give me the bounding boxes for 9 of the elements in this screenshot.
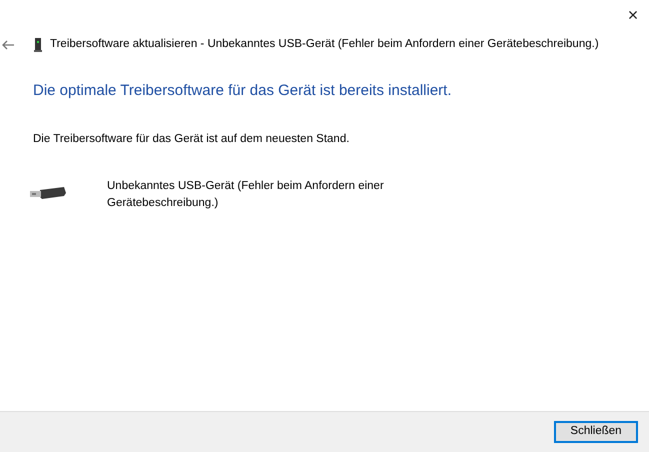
back-arrow-icon[interactable]	[2, 40, 14, 50]
heading: Die optimale Treibersoftware für das Gerät ist bereits installiert.	[33, 81, 452, 101]
usb-plug-icon	[30, 186, 66, 201]
close-button[interactable]: ×	[618, 0, 648, 30]
device-name: Unbekanntes USB-Gerät (Fehler beim Anfordern einer Gerätebeschreibung.)	[107, 178, 385, 211]
window-title: Treibersoftware aktualisieren - Unbekanntes USB-Gerät (Fehler beim Anfordern einer Gerätebeschreibung.)	[50, 37, 599, 52]
device-icon	[34, 38, 42, 52]
close-dialog-button[interactable]: Schließen	[554, 421, 638, 443]
message-text: Die Treibersoftware für das Gerät ist auf dem neuesten Stand.	[33, 132, 350, 146]
